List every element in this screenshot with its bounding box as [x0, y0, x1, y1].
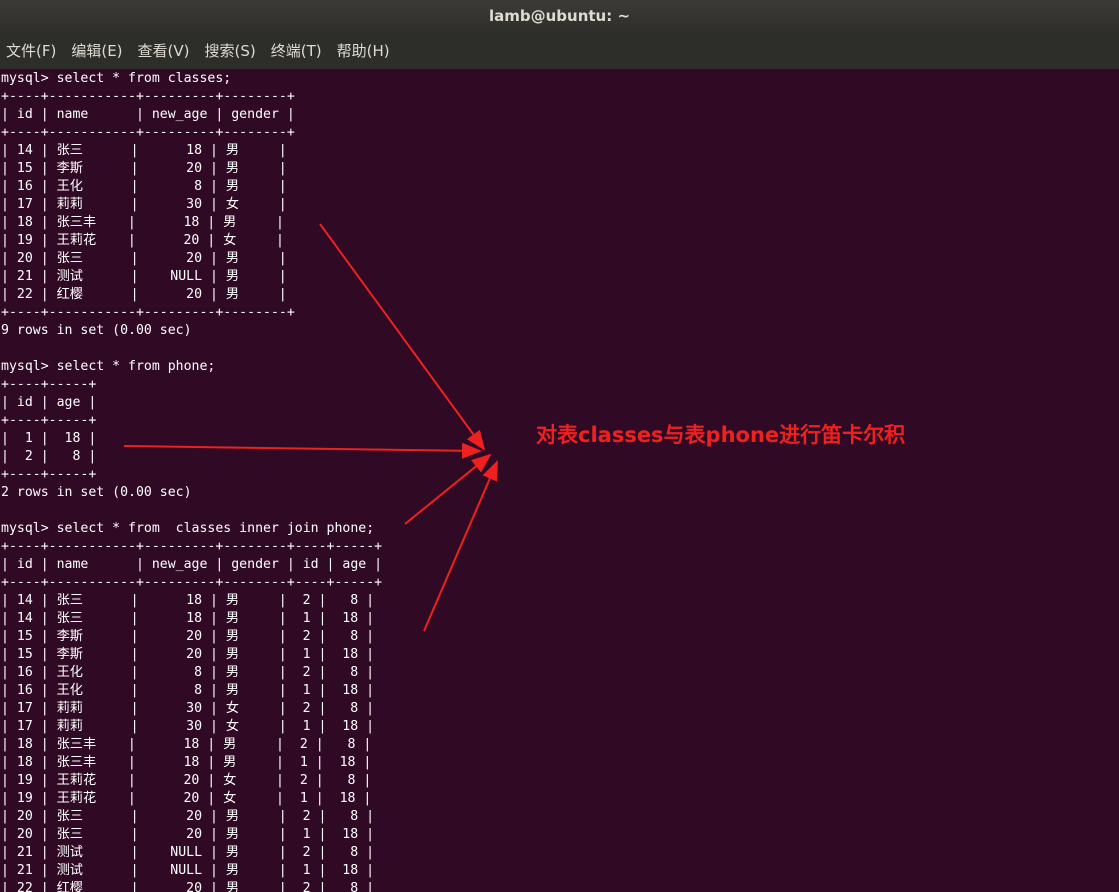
terminal-line: +----+-----+	[1, 413, 97, 428]
terminal-line: | 19 | 王莉花 | 20 | 女 | 2 | 8 |	[1, 773, 372, 788]
terminal-line: | 21 | 测试 | NULL | 男 |	[1, 269, 287, 284]
terminal-line: | 22 | 红樱 | 20 | 男 | 2 | 8 |	[1, 881, 375, 892]
terminal-line: | 18 | 张三丰 | 18 | 男 |	[1, 215, 284, 230]
terminal-line: +----+-----------+---------+--------+---…	[1, 539, 383, 554]
terminal-line: | 18 | 张三丰 | 18 | 男 | 1 | 18 |	[1, 755, 372, 770]
terminal-line: 2 rows in set (0.00 sec)	[1, 485, 192, 500]
menu-search[interactable]: 搜索(S)	[205, 40, 256, 61]
terminal-line: | id | name | new_age | gender | id | ag…	[1, 557, 383, 572]
terminal-line: | 15 | 李斯 | 20 | 男 | 1 | 18 |	[1, 647, 375, 662]
terminal-line: | 17 | 莉莉 | 30 | 女 | 1 | 18 |	[1, 719, 375, 734]
terminal-line: | 16 | 王化 | 8 | 男 | 2 | 8 |	[1, 665, 375, 680]
terminal-line: +----+-----------+---------+--------+	[1, 305, 295, 320]
terminal-line: | 19 | 王莉花 | 20 | 女 | 1 | 18 |	[1, 791, 372, 806]
menu-bar: 文件(F) 编辑(E) 查看(V) 搜索(S) 终端(T) 帮助(H)	[0, 32, 1119, 69]
terminal-line: | 21 | 测试 | NULL | 男 | 1 | 18 |	[1, 863, 375, 878]
terminal-line: +----+-----------+---------+--------+---…	[1, 575, 383, 590]
terminal-line: | 22 | 红樱 | 20 | 男 |	[1, 287, 287, 302]
terminal-line: | 16 | 王化 | 8 | 男 |	[1, 179, 287, 194]
terminal-line: +----+-----+	[1, 377, 97, 392]
terminal-line: | 19 | 王莉花 | 20 | 女 |	[1, 233, 284, 248]
terminal-line: | id | name | new_age | gender |	[1, 107, 295, 122]
terminal-line: | 20 | 张三 | 20 | 男 |	[1, 251, 287, 266]
terminal-line: | 21 | 测试 | NULL | 男 | 2 | 8 |	[1, 845, 375, 860]
terminal-line: | 15 | 李斯 | 20 | 男 | 2 | 8 |	[1, 629, 375, 644]
menu-terminal[interactable]: 终端(T)	[271, 40, 322, 61]
menu-view[interactable]: 查看(V)	[138, 40, 190, 61]
terminal-line: +----+-----------+---------+--------+	[1, 89, 295, 104]
terminal-line: +----+-----+	[1, 467, 97, 482]
menu-help[interactable]: 帮助(H)	[337, 40, 390, 61]
terminal-line: | 14 | 张三 | 18 | 男 | 2 | 8 |	[1, 593, 375, 608]
terminal-line: | 1 | 18 |	[1, 431, 97, 446]
terminal-line: | 20 | 张三 | 20 | 男 | 1 | 18 |	[1, 827, 375, 842]
terminal-line: | id | age |	[1, 395, 97, 410]
terminal-line: | 14 | 张三 | 18 | 男 |	[1, 143, 287, 158]
menu-edit[interactable]: 编辑(E)	[71, 40, 122, 61]
window-title: lamb@ubuntu: ~	[488, 7, 631, 25]
terminal-line: +----+-----------+---------+--------+	[1, 125, 295, 140]
menu-file[interactable]: 文件(F)	[6, 40, 56, 61]
terminal-line: | 2 | 8 |	[1, 449, 97, 464]
terminal-line: | 16 | 王化 | 8 | 男 | 1 | 18 |	[1, 683, 375, 698]
terminal-line: | 14 | 张三 | 18 | 男 | 1 | 18 |	[1, 611, 375, 626]
terminal-line: | 18 | 张三丰 | 18 | 男 | 2 | 8 |	[1, 737, 372, 752]
terminal-line: | 17 | 莉莉 | 30 | 女 |	[1, 197, 287, 212]
terminal-line: mysql> select * from phone;	[1, 359, 216, 374]
terminal-line: 9 rows in set (0.00 sec)	[1, 323, 192, 338]
terminal-output[interactable]: mysql> select * from classes; +----+-----…	[0, 69, 1119, 892]
terminal-line: mysql> select * from classes inner join …	[1, 521, 375, 536]
annotation-text: 对表classes与表phone进行笛卡尔积	[536, 423, 906, 447]
terminal-line: | 15 | 李斯 | 20 | 男 |	[1, 161, 287, 176]
terminal-line: | 20 | 张三 | 20 | 男 | 2 | 8 |	[1, 809, 375, 824]
terminal-line: | 17 | 莉莉 | 30 | 女 | 2 | 8 |	[1, 701, 375, 716]
window-titlebar: lamb@ubuntu: ~	[0, 0, 1119, 32]
terminal-line: mysql> select * from classes;	[1, 71, 232, 86]
